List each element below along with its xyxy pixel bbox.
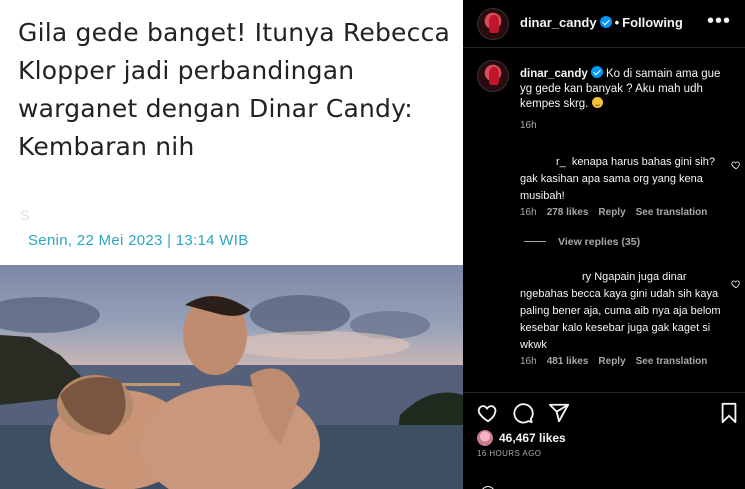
comment-icon[interactable] (512, 402, 534, 424)
heart-icon[interactable] (477, 402, 499, 424)
replies-divider (524, 241, 546, 242)
caption-time: 16h (520, 120, 537, 131)
comment-1-translate-button[interactable]: See translation (636, 207, 708, 218)
post-image[interactable]: Gila gede banget! Itunya Rebecca Klopper… (0, 0, 463, 489)
view-replies-label: View replies (35) (558, 236, 641, 248)
comment-2-meta: 16h 481 likes Reply See translation (520, 356, 707, 367)
post-header: dinar_candy • Following ••• (463, 0, 745, 48)
caption-username[interactable]: dinar_candy (520, 68, 588, 80)
comment-2-text: Ngapain juga dinar ngebahas becca kaya g… (520, 271, 721, 351)
more-options-icon[interactable]: ••• (707, 10, 731, 33)
separator-dot: • (614, 15, 620, 30)
following-button[interactable]: Following (622, 15, 683, 30)
beach-photo (0, 265, 463, 489)
verified-badge-icon (599, 16, 612, 28)
post-actions: 46,467 likes 16 HOURS AGO (463, 392, 745, 489)
post-caption: dinar_candy Ko di samain ama gue yg gede… (520, 66, 732, 112)
comment-1-username[interactable]: r_ (556, 156, 566, 168)
likes-row[interactable]: 46,467 likes (477, 430, 566, 446)
comment-2-likes[interactable]: 481 likes (547, 356, 589, 367)
caption-avatar[interactable] (477, 60, 509, 92)
author-avatar[interactable] (477, 8, 509, 40)
comment-2-translate-button[interactable]: See translation (636, 356, 708, 367)
article-ghost-text: S (20, 207, 30, 223)
comment-2: ry Ngapain juga dinar ngebahas becca kay… (520, 269, 735, 354)
comment-1-likes[interactable]: 278 likes (547, 207, 589, 218)
comment-1-text: kenapa harus bahas gini sih? gak kasihan… (520, 156, 716, 202)
comment-2-like-icon[interactable] (731, 279, 741, 289)
article-date: Senin, 22 Mei 2023 | 13:14 WIB (28, 232, 249, 249)
comment-2-time: 16h (520, 356, 537, 367)
comment-1-meta: 16h 278 likes Reply See translation (520, 207, 707, 218)
bookmark-icon[interactable] (719, 402, 739, 424)
photo-scene (0, 295, 463, 489)
post-time-ago: 16 HOURS AGO (477, 449, 542, 458)
comment-1-like-icon[interactable] (731, 160, 741, 170)
share-icon[interactable] (548, 402, 570, 424)
post-sidebar: dinar_candy • Following ••• dinar_candy Ko… (463, 0, 745, 489)
comment-2-username[interactable]: ry (582, 271, 591, 283)
comment-2-reply-button[interactable]: Reply (598, 356, 625, 367)
comment-1-time: 16h (520, 207, 537, 218)
likes-count[interactable]: 46,467 likes (499, 431, 566, 445)
author-info: dinar_candy • Following (520, 15, 683, 30)
verified-badge-icon (590, 66, 603, 78)
view-replies-button[interactable]: View replies (35) (524, 236, 640, 248)
article-title: Gila gede banget! Itunya Rebecca Klopper… (18, 18, 451, 161)
comment-1: r_ kenapa harus bahas gini sih? gak kasi… (520, 154, 735, 205)
author-username[interactable]: dinar_candy (520, 15, 597, 30)
smile-emoji-icon (591, 97, 603, 108)
liker-avatar (477, 430, 493, 446)
comment-1-reply-button[interactable]: Reply (598, 207, 625, 218)
